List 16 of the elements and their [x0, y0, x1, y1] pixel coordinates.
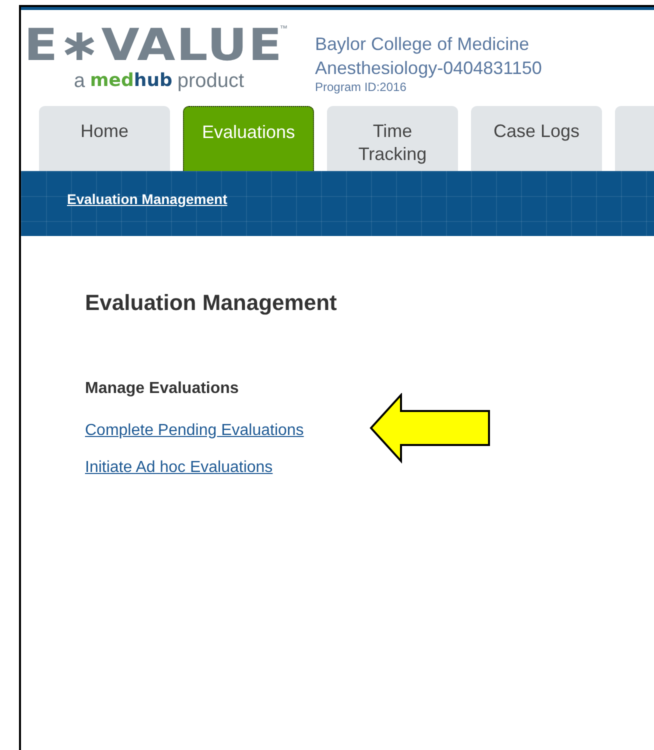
- logo-tagline-word: hub: [134, 70, 172, 93]
- nav-tab[interactable]: Case Logs: [471, 106, 602, 171]
- institution-name: Baylor College of Medicine: [315, 33, 530, 56]
- program-id: Program ID:2016: [315, 80, 408, 94]
- logo-tagline-word: a: [74, 70, 86, 93]
- nav-tab[interactable]: Time Tracking: [327, 106, 458, 171]
- evaluation-link[interactable]: Complete Pending Evaluations: [85, 422, 304, 440]
- nav-tab[interactable]: Home: [39, 106, 170, 171]
- section-heading: Manage Evaluations: [85, 380, 240, 398]
- breadcrumb-link[interactable]: Evaluation Management: [67, 191, 228, 207]
- trademark-sign: ™: [280, 24, 288, 33]
- page-heading: Evaluation Management: [85, 290, 338, 316]
- logo-tagline-word: med: [90, 70, 134, 93]
- evaluation-link[interactable]: Initiate Ad hoc Evaluations: [85, 459, 273, 477]
- logo-tagline-word: product: [177, 70, 244, 93]
- program-name: Anesthesiology-0404831150: [315, 57, 542, 80]
